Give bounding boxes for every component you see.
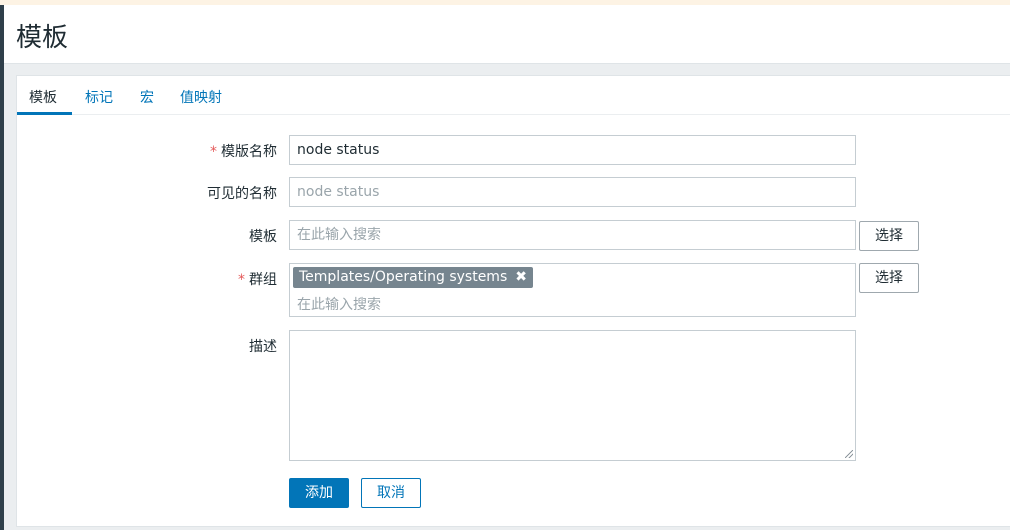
page-title: 模板 (16, 23, 69, 53)
templates-select-button[interactable]: 选择 (859, 221, 919, 251)
description-label: 描述 (249, 339, 277, 355)
template-name-input[interactable]: node status (289, 135, 856, 165)
resize-grip-icon[interactable] (845, 450, 853, 458)
groups-select-button[interactable]: 选择 (859, 263, 919, 293)
template-name-label: * 模版名称 (210, 144, 277, 160)
groups-multiselect[interactable]: Templates/Operating systems ✖ 在此输入搜索 (289, 263, 856, 317)
groups-search-input[interactable]: 在此输入搜索 (297, 294, 381, 314)
tab-tags[interactable]: 标记 (85, 87, 113, 107)
templates-search-input[interactable]: 在此输入搜索 (289, 220, 856, 250)
tab-bar: 模板 标记 宏 值映射 (17, 76, 1010, 115)
templates-label: 模板 (249, 229, 277, 245)
group-chip: Templates/Operating systems ✖ (293, 267, 533, 288)
form-panel: 模板 标记 宏 值映射 * 模版名称 node status 可见的名称 node… (16, 75, 1010, 527)
active-tab-indicator (17, 112, 72, 115)
tab-macros[interactable]: 宏 (140, 87, 154, 107)
visible-name-label: 可见的名称 (207, 186, 277, 202)
cancel-button[interactable]: 取消 (361, 478, 421, 508)
description-textarea[interactable] (289, 330, 856, 461)
group-chip-label: Templates/Operating systems (299, 269, 508, 285)
visible-name-input[interactable]: node status (289, 177, 856, 207)
tab-value-mapping[interactable]: 值映射 (180, 87, 222, 107)
chip-remove-icon[interactable]: ✖ (515, 267, 527, 288)
sidebar-edge (0, 5, 4, 530)
required-mark: * (210, 144, 217, 160)
groups-label: * 群组 (238, 272, 277, 288)
add-button[interactable]: 添加 (289, 478, 349, 508)
page-header: 模板 (4, 5, 1010, 64)
required-mark: * (238, 272, 245, 288)
tab-template[interactable]: 模板 (29, 87, 57, 107)
